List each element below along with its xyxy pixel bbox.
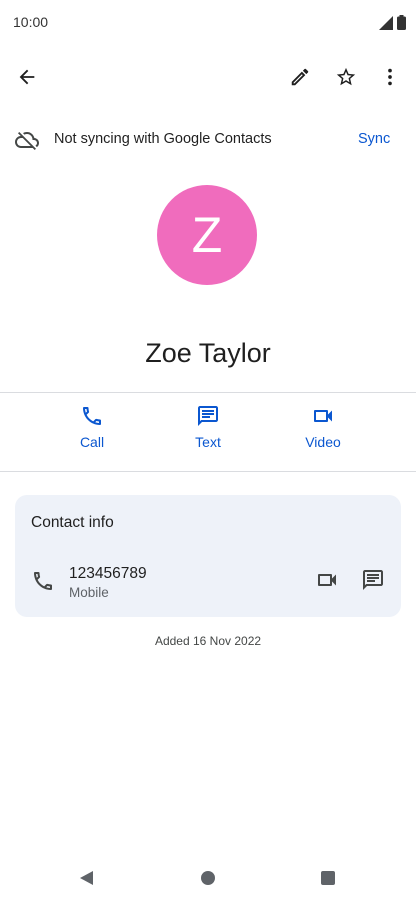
divider [0,392,416,393]
call-button[interactable]: Call [47,404,137,450]
phone-icon [83,407,101,425]
avatar-initial: Z [191,207,223,263]
phone-type: Mobile [69,585,109,600]
battery-icon [397,15,406,30]
back-button[interactable] [7,57,47,97]
divider [0,471,416,472]
nav-home-icon[interactable] [199,869,217,887]
more-options-button[interactable] [370,57,410,97]
signal-icon [379,16,393,30]
message-icon [363,570,383,590]
pencil-icon [291,68,309,86]
added-date: Added 16 Nov 2022 [154,634,262,648]
call-label: Call [79,434,105,450]
nav-recents-icon[interactable] [319,869,337,887]
text-button[interactable]: Text [163,404,253,450]
text-label: Text [195,434,221,450]
nav-back-icon[interactable] [78,869,96,887]
avatar: Z [157,185,257,285]
videocam-icon [314,410,332,422]
navigation-bar [0,855,416,901]
edit-button[interactable] [280,57,320,97]
arrow-back-icon [19,69,35,85]
message-number-button[interactable] [353,560,393,600]
contact-info-title: Contact info [31,514,114,531]
video-call-number-button[interactable] [307,560,347,600]
phone-number[interactable]: 123456789 [69,565,147,583]
phone-icon [34,572,52,590]
status-icons [379,15,406,30]
more-vert-icon [388,68,392,86]
status-time: 10:00 [13,14,49,30]
cloud-off-icon [15,132,39,150]
sync-button[interactable]: Sync [358,131,390,147]
favorite-button[interactable] [326,57,366,97]
video-button[interactable]: Video [278,404,368,450]
video-label: Video [305,434,341,450]
contact-name: Zoe Taylor [145,338,271,368]
sync-status-text: Not syncing with Google Contacts [54,131,272,147]
status-bar: 10:00 [0,0,416,46]
message-icon [198,406,218,426]
videocam-icon [318,574,336,586]
star-outline-icon [336,67,356,86]
